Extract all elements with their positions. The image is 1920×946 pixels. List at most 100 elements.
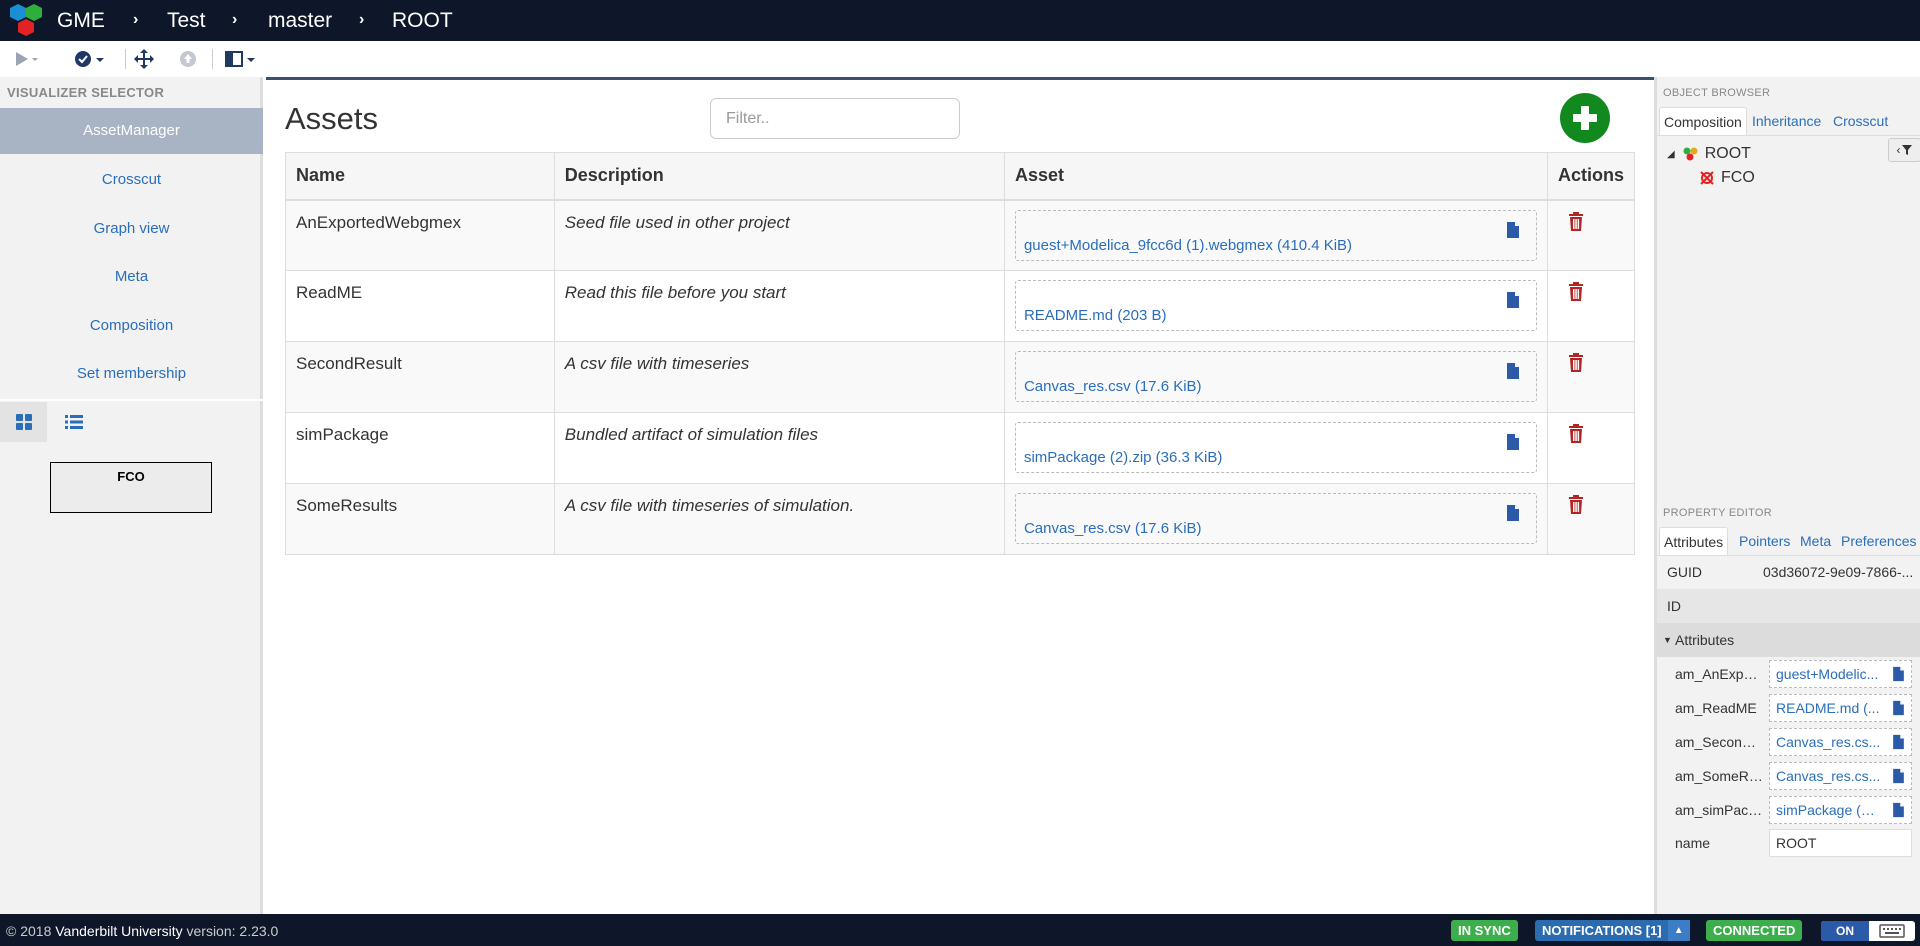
top-navbar: GME › Test › master › ROOT <box>0 0 1920 41</box>
tree-node-root[interactable]: ◢ ROOT <box>1667 143 1751 165</box>
visualizer-selector-panel: VISUALIZER SELECTOR AssetManager Crosscu… <box>0 77 263 914</box>
asset-description-cell[interactable]: Seed file used in other project <box>553 199 1005 271</box>
file-upload-icon[interactable] <box>1892 700 1905 716</box>
tab-composition[interactable]: Composition <box>1659 107 1747 135</box>
list-view-button[interactable] <box>50 402 97 442</box>
check-constraints-button[interactable] <box>73 47 107 71</box>
column-header-name[interactable]: Name <box>285 152 555 201</box>
part-fco[interactable]: FCO <box>50 462 212 513</box>
tree-node-fco[interactable]: FCO <box>1699 167 1755 189</box>
property-key: am_SomeRe... <box>1675 768 1763 784</box>
attribute-asset-field[interactable]: Canvas_res.cs... <box>1769 728 1912 756</box>
trash-icon[interactable] <box>1568 211 1584 232</box>
visualizer-item-composition[interactable]: Composition <box>0 303 263 349</box>
asset-name-cell[interactable]: AnExportedWebgmex <box>285 199 555 271</box>
file-upload-icon[interactable] <box>1506 433 1520 451</box>
status-badge-connected[interactable]: CONNECTED <box>1706 920 1803 941</box>
tab-inheritance[interactable]: Inheritance <box>1748 107 1825 135</box>
asset-download-link[interactable]: simPackage (2).zip (36.3 KiB) <box>1024 449 1222 466</box>
asset-download-link[interactable]: Canvas_res.csv (17.6 KiB) <box>1024 378 1202 395</box>
root-node-icon <box>1683 147 1698 161</box>
asset-actions-cell <box>1546 412 1636 484</box>
asset-dropzone[interactable]: simPackage (2).zip (36.3 KiB) <box>1014 422 1537 473</box>
tab-meta[interactable]: Meta <box>1796 527 1835 555</box>
filter-input[interactable] <box>710 98 960 139</box>
add-asset-button[interactable] <box>1560 93 1610 143</box>
file-upload-icon[interactable] <box>1506 504 1520 522</box>
breadcrumb-app[interactable]: GME <box>57 9 105 33</box>
file-upload-icon[interactable] <box>1506 362 1520 380</box>
notifications-badge[interactable]: NOTIFICATIONS [1] ▲ <box>1535 920 1690 941</box>
file-upload-icon[interactable] <box>1892 666 1905 682</box>
assets-table: Name Description Asset Actions AnExporte… <box>285 152 1636 555</box>
attribute-asset-link[interactable]: Canvas_res.cs... <box>1770 768 1882 784</box>
navigate-up-button[interactable] <box>178 47 198 71</box>
grid-view-button[interactable] <box>0 402 47 442</box>
asset-dropzone[interactable]: Canvas_res.csv (17.6 KiB) <box>1014 493 1537 544</box>
asset-dropzone[interactable]: guest+Modelica_9fcc6d (1).webgmex (410.4… <box>1014 209 1537 261</box>
visualizer-item-crosscut[interactable]: Crosscut <box>0 157 263 203</box>
trash-icon[interactable] <box>1568 424 1584 444</box>
tab-attributes[interactable]: Attributes <box>1659 527 1729 555</box>
webgme-logo-icon[interactable] <box>8 2 48 38</box>
property-key: am_simPack... <box>1675 802 1763 818</box>
tab-crosscut[interactable]: Crosscut <box>1829 107 1892 135</box>
asset-dropzone[interactable]: Canvas_res.csv (17.6 KiB) <box>1014 351 1537 402</box>
file-upload-icon[interactable] <box>1506 291 1520 309</box>
status-badge-sync[interactable]: IN SYNC <box>1451 920 1518 941</box>
tab-pointers[interactable]: Pointers <box>1735 527 1794 555</box>
trash-icon[interactable] <box>1568 495 1584 515</box>
asset-name-cell[interactable]: simPackage <box>285 412 555 484</box>
breadcrumb-node[interactable]: ROOT <box>392 9 453 33</box>
asset-description-cell[interactable]: A csv file with timeseries <box>553 341 1005 413</box>
play-plugin-button[interactable] <box>14 47 40 71</box>
breadcrumb-branch[interactable]: master <box>268 9 332 33</box>
file-upload-icon[interactable] <box>1506 221 1520 239</box>
asset-description-cell[interactable]: Read this file before you start <box>553 270 1005 342</box>
page-title: Assets <box>285 101 379 136</box>
move-button[interactable] <box>133 47 155 71</box>
property-value[interactable]: 03d36072-9e09-7866-... <box>1763 564 1917 580</box>
attribute-asset-link[interactable]: Canvas_res.cs... <box>1770 734 1882 750</box>
attribute-asset-field[interactable]: README.md (... <box>1769 694 1912 722</box>
visualizer-selector-title: VISUALIZER SELECTOR <box>7 85 165 100</box>
asset-name-cell[interactable]: ReadME <box>285 270 555 342</box>
attribute-asset-field[interactable]: Canvas_res.cs... <box>1769 762 1912 790</box>
visualizer-item-meta[interactable]: Meta <box>0 254 263 300</box>
tree-filter-button[interactable]: ‹ <box>1888 138 1920 162</box>
breadcrumb-project[interactable]: Test <box>167 9 206 33</box>
visualizer-item-graph-view[interactable]: Graph view <box>0 206 263 252</box>
visualizer-item-set-membership[interactable]: Set membership <box>0 351 263 397</box>
property-row-attribute: am_simPack... simPackage (2)... <box>1657 793 1920 827</box>
trash-icon[interactable] <box>1568 353 1584 373</box>
asset-name-cell[interactable]: SomeResults <box>285 483 555 555</box>
asset-download-link[interactable]: README.md (203 B) <box>1024 307 1167 324</box>
asset-dropzone[interactable]: README.md (203 B) <box>1014 280 1537 331</box>
keyboard-toggle[interactable]: ON <box>1821 921 1915 941</box>
asset-description-cell[interactable]: A csv file with timeseries of simulation… <box>553 483 1005 555</box>
name-input[interactable]: ROOT <box>1769 829 1912 857</box>
visualizer-item-assetmanager[interactable]: AssetManager <box>0 108 263 154</box>
asset-name-cell[interactable]: SecondResult <box>285 341 555 413</box>
attribute-asset-field[interactable]: simPackage (2)... <box>1769 796 1912 824</box>
file-upload-icon[interactable] <box>1892 802 1905 818</box>
table-row: simPackage Bundled artifact of simulatio… <box>285 412 1636 484</box>
attribute-asset-link[interactable]: README.md (... <box>1770 700 1882 716</box>
attribute-asset-field[interactable]: guest+Modelic... <box>1769 660 1912 688</box>
toolbar-divider <box>125 49 126 69</box>
attributes-group-header[interactable]: ▼ Attributes <box>1657 623 1920 657</box>
filter-icon <box>1901 145 1912 155</box>
file-upload-icon[interactable] <box>1892 768 1905 784</box>
tab-preferences[interactable]: Preferences <box>1837 527 1920 555</box>
object-browser-title: OBJECT BROWSER <box>1663 87 1771 99</box>
trash-icon[interactable] <box>1568 282 1584 302</box>
asset-description-cell[interactable]: Bundled artifact of simulation files <box>553 412 1005 484</box>
attribute-asset-link[interactable]: guest+Modelic... <box>1770 666 1882 682</box>
layout-button[interactable] <box>224 47 258 71</box>
attribute-asset-link[interactable]: simPackage (2)... <box>1770 802 1882 818</box>
file-upload-icon[interactable] <box>1892 734 1905 750</box>
property-key: am_ReadME <box>1675 700 1757 716</box>
asset-download-link[interactable]: guest+Modelica_9fcc6d (1).webgmex (410.4… <box>1024 237 1352 254</box>
asset-download-link[interactable]: Canvas_res.csv (17.6 KiB) <box>1024 520 1202 537</box>
column-header-description[interactable]: Description <box>553 152 1005 201</box>
